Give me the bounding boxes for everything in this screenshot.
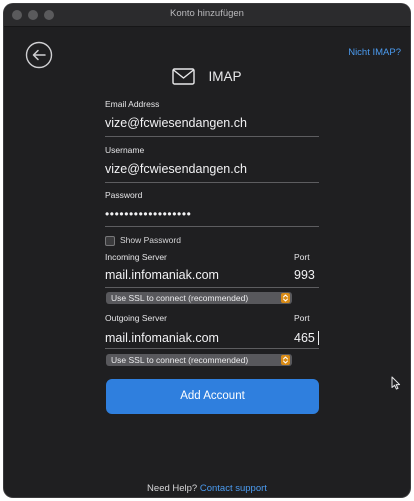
incoming-ssl-value: Use SSL to connect (recommended)	[111, 293, 249, 303]
incoming-ssl-select[interactable]: Use SSL to connect (recommended)	[106, 292, 292, 304]
email-label: Email Address	[105, 99, 160, 109]
incoming-underline	[105, 287, 319, 288]
username-field[interactable]: vize@fcwiesendangen.ch	[105, 162, 247, 176]
email-field[interactable]: vize@fcwiesendangen.ch	[105, 116, 247, 130]
dropdown-arrows-icon	[281, 293, 290, 303]
need-help-text: Need Help?	[147, 483, 198, 494]
add-account-button[interactable]: Add Account	[106, 379, 319, 414]
add-account-label: Add Account	[180, 390, 245, 402]
username-underline	[105, 182, 319, 183]
mouse-pointer-icon	[391, 376, 401, 390]
password-field[interactable]: ••••••••••••••••••	[105, 207, 191, 221]
account-type-header: IMAP	[4, 68, 410, 85]
dropdown-arrows-icon	[281, 355, 290, 365]
outgoing-ssl-select[interactable]: Use SSL to connect (recommended)	[106, 354, 292, 366]
outgoing-port-label: Port	[294, 313, 310, 323]
help-footer: Need Help? Contact support	[4, 483, 410, 494]
envelope-icon	[172, 68, 196, 85]
email-underline	[105, 136, 319, 137]
incoming-port-label: Port	[294, 252, 310, 262]
contact-support-link[interactable]: Contact support	[200, 483, 267, 494]
outgoing-port-field[interactable]: 465	[294, 331, 315, 345]
not-imap-link[interactable]: Nicht IMAP?	[348, 47, 401, 58]
title-bar: Konto hinzufügen	[4, 4, 410, 27]
password-underline	[105, 226, 319, 227]
username-label: Username	[105, 145, 145, 155]
back-arrow-icon[interactable]	[25, 41, 53, 69]
add-account-window: Konto hinzufügen Nicht IMAP? IMAP Email …	[4, 4, 410, 497]
incoming-port-field[interactable]: 993	[294, 268, 315, 282]
window-title: Konto hinzufügen	[170, 8, 244, 19]
account-type-label: IMAP	[208, 69, 242, 84]
show-password-checkbox[interactable]	[105, 236, 115, 246]
outgoing-underline	[105, 348, 319, 349]
outgoing-ssl-value: Use SSL to connect (recommended)	[111, 355, 249, 365]
show-password-label: Show Password	[120, 235, 181, 245]
text-cursor	[318, 331, 319, 345]
incoming-server-label: Incoming Server	[105, 252, 167, 262]
outgoing-server-label: Outgoing Server	[105, 313, 167, 323]
outgoing-server-field[interactable]: mail.infomaniak.com	[105, 331, 219, 345]
password-label: Password	[105, 190, 143, 200]
incoming-server-field[interactable]: mail.infomaniak.com	[105, 268, 219, 282]
